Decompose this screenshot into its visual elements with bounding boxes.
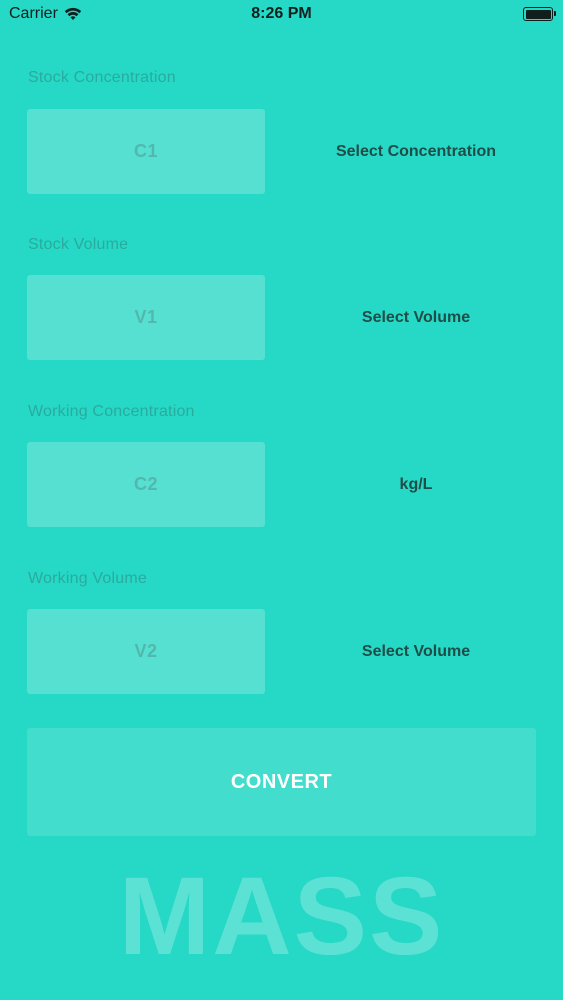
working-volume-placeholder: V2 — [134, 641, 158, 661]
working-volume-unit-selector[interactable]: Select Volume — [290, 609, 542, 694]
status-bar: Carrier 8:26 PM — [0, 0, 563, 30]
working-volume-label: Working Volume — [28, 570, 148, 587]
convert-button[interactable]: CONVERT — [27, 728, 536, 836]
stock-volume-placeholder: V1 — [134, 307, 158, 327]
stock-concentration-label: Stock Concentration — [28, 69, 176, 86]
working-volume-input[interactable]: V2 — [27, 609, 265, 694]
stock-volume-input[interactable]: V1 — [27, 275, 265, 360]
stock-volume-unit-selector[interactable]: Select Volume — [290, 275, 542, 360]
working-concentration-input[interactable]: C2 — [27, 442, 265, 527]
working-concentration-placeholder: C2 — [133, 474, 158, 494]
stock-concentration-input[interactable]: C1 — [27, 109, 265, 194]
working-concentration-label: Working Concentration — [28, 403, 195, 420]
working-concentration-unit-selector[interactable]: kg/L — [290, 442, 542, 527]
stock-concentration-unit-selector[interactable]: Select Concentration — [290, 109, 542, 194]
battery-icon — [523, 7, 556, 21]
stock-concentration-placeholder: C1 — [133, 141, 158, 161]
brand-wordmark: MASS — [118, 855, 445, 978]
stock-volume-label: Stock Volume — [28, 236, 129, 253]
status-time: 8:26 PM — [251, 5, 312, 22]
